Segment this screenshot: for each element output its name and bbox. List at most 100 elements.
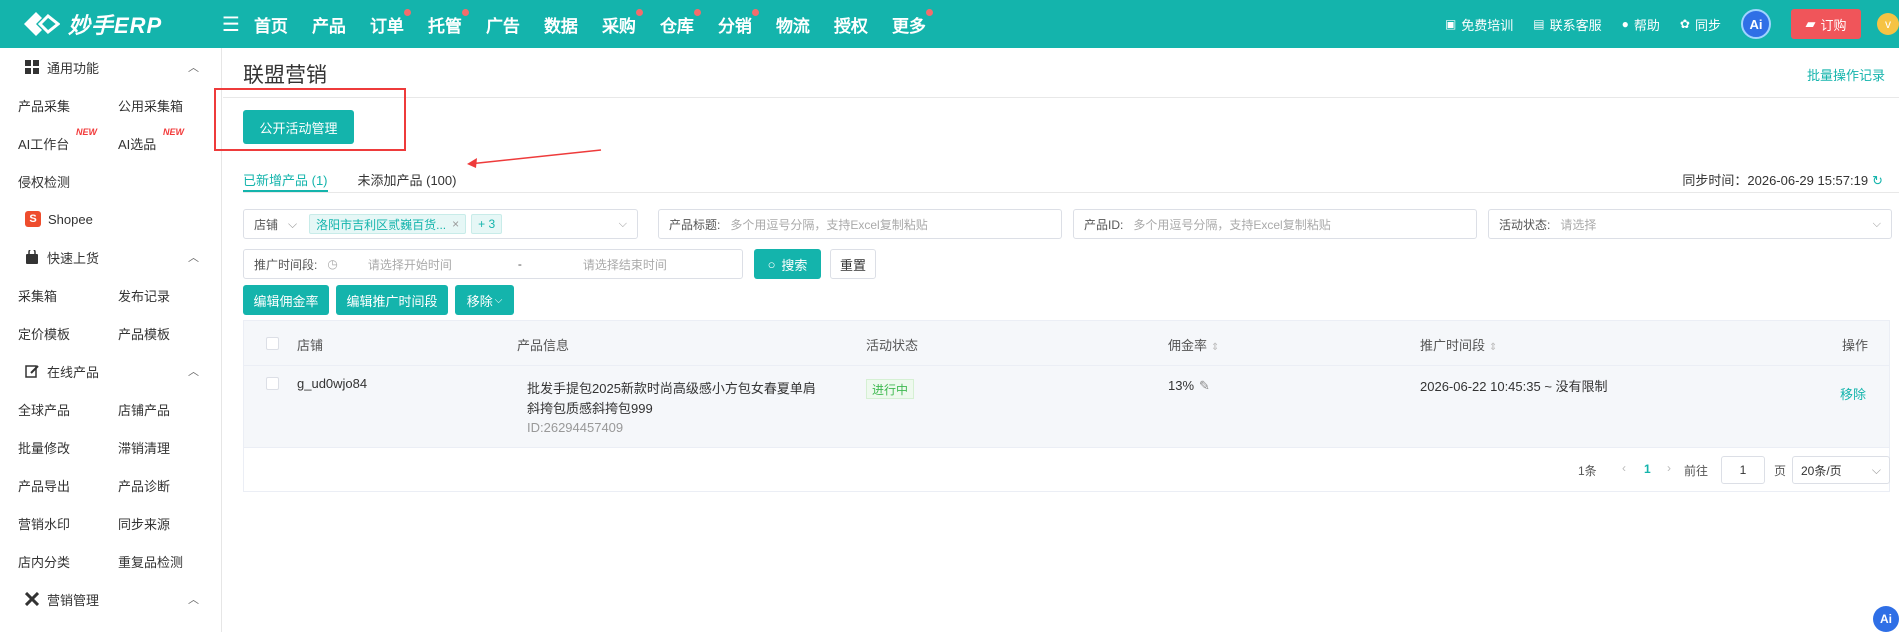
sidebar-item-global-products[interactable]: 全球产品	[18, 400, 118, 419]
row-product-id: ID:26294457409	[527, 420, 624, 435]
tab-added-products[interactable]: 已新增产品 (1)	[243, 160, 328, 192]
sidebar-platform-shopee[interactable]: S Shopee	[0, 200, 221, 238]
activity-status-select[interactable]: 活动状态: 请选择 ⌵	[1488, 209, 1892, 239]
nav-hosting[interactable]: 托管	[428, 8, 469, 37]
sidebar-row: 批量修改 滞销清理	[0, 428, 221, 466]
chevron-down-icon: ⌵	[618, 217, 627, 230]
notification-dot	[925, 8, 933, 16]
sidebar-row: 营销水印 同步来源	[0, 504, 221, 542]
edit-commission-button[interactable]: 编辑佣金率	[243, 285, 329, 315]
bag-icon	[25, 248, 39, 264]
sidebar-item-pricing-template[interactable]: 定价模板	[18, 324, 118, 343]
close-icon[interactable]: ×	[452, 217, 459, 231]
next-page-icon[interactable]: ›	[1667, 461, 1671, 475]
nav-logistics[interactable]: 物流	[776, 12, 810, 37]
product-id-label: 产品ID:	[1084, 217, 1124, 232]
row-period: 2026-06-22 10:45:35 ~ 没有限制	[1420, 379, 1608, 394]
nav-authorization[interactable]: 授权	[834, 12, 868, 37]
nav-products[interactable]: 产品	[312, 12, 346, 37]
sort-icon[interactable]: ⇕	[1489, 342, 1497, 353]
search-icon: ○	[767, 256, 776, 272]
nav-more[interactable]: 更多	[892, 8, 933, 37]
row-product-title-line2[interactable]: 斜挎包质感斜挎包999	[527, 398, 653, 417]
free-training-link[interactable]: ▣ 免费培训	[1445, 15, 1513, 34]
buy-button[interactable]: ▰ 订购	[1791, 9, 1861, 39]
row-product-title-line1[interactable]: 批发手提包2025新款时尚高级感小方包女春夏单肩	[527, 378, 816, 397]
sidebar-item-product-template[interactable]: 产品模板	[118, 324, 218, 343]
header-commission[interactable]: 佣金率 ⇕	[1168, 335, 1219, 354]
search-button[interactable]: ○ 搜索	[754, 249, 821, 279]
table-header: 店铺 产品信息 活动状态 佣金率 ⇕ 推广时间段 ⇕ 操作	[244, 321, 1889, 365]
row-store: g_ud0wjo84	[297, 376, 368, 391]
ai-float-button[interactable]: Ai	[1873, 606, 1899, 632]
prev-page-icon[interactable]: ‹	[1622, 461, 1626, 475]
nav-home[interactable]: 首页	[254, 12, 288, 37]
sidebar-item-publish-log[interactable]: 发布记录	[118, 286, 218, 305]
sidebar-item-public-collect-box[interactable]: 公用采集箱	[118, 96, 218, 115]
sidebar-group-general[interactable]: 通用功能 ︿	[0, 48, 221, 86]
nav-ads[interactable]: 广告	[486, 12, 520, 37]
sidebar-item-duplicate-check[interactable]: 重复品检测	[118, 552, 218, 571]
sidebar-item-product-collect[interactable]: 产品采集	[18, 96, 118, 115]
nav-data[interactable]: 数据	[544, 12, 578, 37]
page-size-select[interactable]: 20条/页 ⌵	[1792, 456, 1890, 484]
start-time-placeholder: 请选择开始时间	[367, 257, 452, 272]
brand-logo[interactable]: 妙手ERP	[22, 8, 202, 40]
menu-toggle-icon[interactable]: ☰	[222, 12, 240, 37]
table-row: g_ud0wjo84 批发手提包2025新款时尚高级感小方包女春夏单肩 斜挎包质…	[244, 365, 1889, 447]
product-id-field[interactable]: 产品ID: 多个用逗号分隔，支持Excel复制粘贴	[1073, 209, 1477, 239]
sidebar-item-store-products[interactable]: 店铺产品	[118, 400, 218, 419]
chevron-up-icon: ︿	[188, 62, 199, 74]
total-count: 1条	[1578, 464, 1597, 478]
promotion-period-picker[interactable]: 推广时间段: ◷ 请选择开始时间 - 请选择结束时间	[243, 249, 743, 279]
ticket-icon	[24, 591, 40, 607]
brand-name: 妙手ERP	[68, 13, 163, 38]
store-select[interactable]: 店铺 ⌵ 洛阳市吉利区贰巍百货... × + 3 ⌵	[243, 209, 638, 239]
product-title-field[interactable]: 产品标题: 多个用逗号分隔，支持Excel复制粘贴	[658, 209, 1062, 239]
header-period[interactable]: 推广时间段 ⇕	[1420, 335, 1497, 354]
sync-link[interactable]: ✿ 同步	[1680, 15, 1721, 34]
nav-purchase[interactable]: 采购	[602, 8, 643, 37]
user-avatar[interactable]: v	[1877, 13, 1899, 35]
sidebar-item-slow-moving-cleanup[interactable]: 滞销清理	[118, 438, 218, 457]
help-link[interactable]: ● 帮助	[1622, 15, 1660, 34]
nav-orders[interactable]: 订单	[370, 8, 411, 37]
chevron-down-icon: ⌵	[494, 294, 503, 306]
public-activity-button[interactable]: 公开活动管理	[243, 110, 354, 144]
nav-distribution[interactable]: 分销	[718, 8, 759, 37]
sidebar-item-marketing-watermark[interactable]: 营销水印	[18, 514, 118, 533]
goto-page-input[interactable]: 1	[1721, 456, 1765, 484]
batch-log-link[interactable]: 批量操作记录	[1807, 65, 1885, 84]
sidebar-item-product-diagnosis[interactable]: 产品诊断	[118, 476, 218, 495]
divider	[243, 192, 1899, 193]
nav-warehouse[interactable]: 仓库	[660, 8, 701, 37]
sidebar-item-ai-workbench[interactable]: AI工作台 NEW	[18, 127, 118, 153]
notification-dot	[693, 8, 701, 16]
sidebar-item-store-category[interactable]: 店内分类	[18, 552, 118, 571]
sidebar-item-batch-edit[interactable]: 批量修改	[18, 438, 118, 457]
select-all-checkbox[interactable]	[266, 337, 279, 350]
sidebar-item-product-export[interactable]: 产品导出	[18, 476, 118, 495]
sidebar-item-ai-selection[interactable]: AI选品 NEW	[118, 127, 218, 153]
sidebar-item-infringement-check[interactable]: 侵权检测	[18, 172, 118, 191]
sidebar-group-marketing[interactable]: 营销管理 ︿	[0, 580, 221, 618]
refresh-icon[interactable]: ↻	[1872, 173, 1883, 188]
sidebar-item-sync-source[interactable]: 同步来源	[118, 514, 218, 533]
sidebar-group-online-products[interactable]: 在线产品 ︿	[0, 352, 221, 390]
row-remove-link[interactable]: 移除	[1840, 384, 1866, 403]
ai-assistant-button[interactable]: Ai	[1741, 9, 1771, 39]
sidebar-group-label: 快速上货	[47, 250, 100, 266]
page-number[interactable]: 1	[1644, 462, 1651, 476]
remove-dropdown-button[interactable]: 移除 ⌵	[455, 285, 514, 315]
edit-period-button[interactable]: 编辑推广时间段	[336, 285, 448, 315]
contact-support-link[interactable]: ▤ 联系客服	[1533, 15, 1601, 34]
tab-not-added-products[interactable]: 未添加产品 (100)	[358, 160, 457, 192]
edit-icon[interactable]: ✎	[1199, 378, 1210, 393]
main-content: 联盟营销 批量操作记录 公开活动管理 已新增产品 (1) 未添加产品 (100)…	[214, 48, 1899, 632]
sidebar-group-quick-upload[interactable]: 快速上货 ︿	[0, 238, 221, 276]
row-checkbox[interactable]	[266, 377, 279, 390]
reset-button[interactable]: 重置	[830, 249, 876, 279]
sort-icon[interactable]: ⇕	[1211, 342, 1219, 353]
sidebar-item-collect-box[interactable]: 采集箱	[18, 286, 118, 305]
range-separator: -	[517, 257, 522, 271]
